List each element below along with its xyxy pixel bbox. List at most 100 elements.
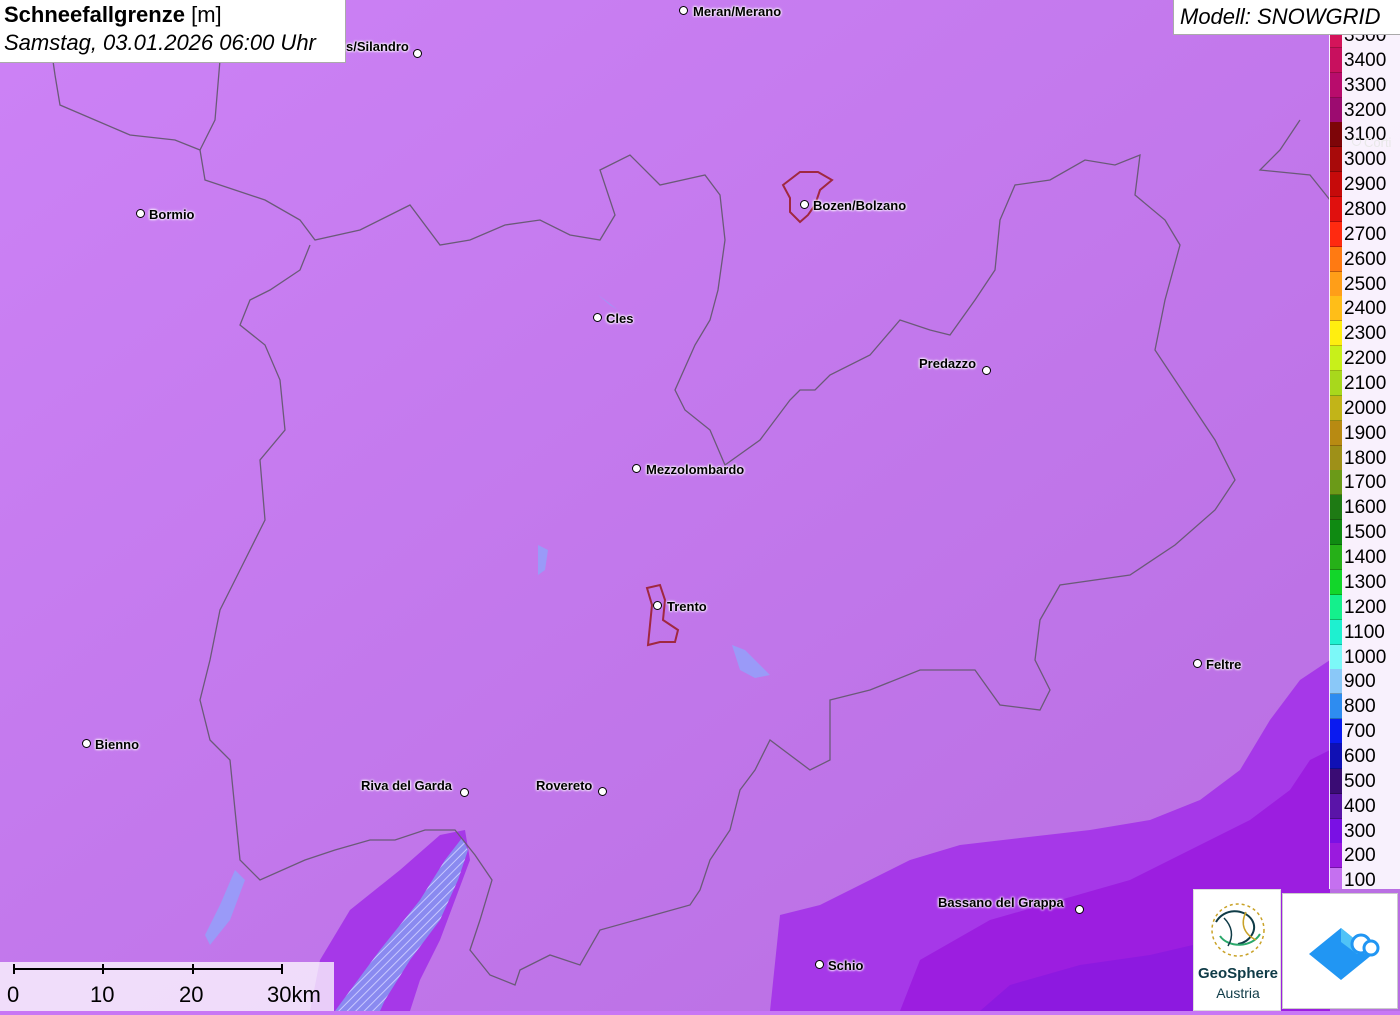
legend-label: 400: [1344, 795, 1376, 817]
city-label[interactable]: Trento: [667, 599, 707, 614]
legend-label: 900: [1344, 671, 1376, 693]
city-label[interactable]: Schio: [828, 958, 863, 973]
legend-label: 3000: [1344, 149, 1387, 171]
city-marker[interactable]: [982, 366, 991, 375]
legend-item: 1700: [1329, 470, 1400, 496]
city-marker[interactable]: [136, 209, 145, 218]
legend-item: 1800: [1329, 445, 1400, 471]
geosphere-logo[interactable]: GeoSphere Austria: [1193, 889, 1281, 1011]
legend-label: 2200: [1344, 348, 1387, 370]
legend-swatch: [1330, 221, 1342, 247]
city-marker[interactable]: [800, 200, 809, 209]
city-marker[interactable]: [460, 788, 469, 797]
map-datetime: Samstag, 03.01.2026 06:00 Uhr: [4, 30, 316, 55]
legend-item: 900: [1329, 669, 1400, 695]
legend-item: 400: [1329, 793, 1400, 819]
city-marker[interactable]: [815, 960, 824, 969]
legend-item: 2800: [1329, 197, 1400, 223]
legend-item: 300: [1329, 818, 1400, 844]
legend-item: 2200: [1329, 346, 1400, 372]
weather-app-logo[interactable]: [1282, 893, 1398, 1009]
city-label[interactable]: Feltre: [1206, 657, 1241, 672]
legend-swatch: [1330, 395, 1342, 421]
legend-swatch: [1330, 470, 1342, 496]
legend-swatch: [1330, 420, 1342, 446]
geosphere-emblem-icon: [1211, 903, 1265, 957]
city-label[interactable]: Bozen/Bolzano: [813, 198, 906, 213]
city-label[interactable]: Meran/Merano: [693, 4, 781, 19]
legend-swatch: [1330, 72, 1342, 98]
legend-label: 600: [1344, 745, 1376, 767]
legend-item: 700: [1329, 719, 1400, 745]
legend-item: 3000: [1329, 147, 1400, 173]
legend-label: 2600: [1344, 248, 1387, 270]
city-marker[interactable]: [1352, 137, 1361, 146]
legend-item: 2300: [1329, 321, 1400, 347]
city-marker[interactable]: [1075, 905, 1084, 914]
legend-item: 500: [1329, 768, 1400, 794]
legend-swatch: [1330, 122, 1342, 148]
geosphere-country: Austria: [1216, 985, 1260, 1001]
legend-label: 1800: [1344, 447, 1387, 469]
legend-item: 200: [1329, 843, 1400, 869]
city-marker[interactable]: [593, 313, 602, 322]
legend-swatch: [1330, 271, 1342, 297]
legend-label: 2400: [1344, 298, 1387, 320]
legend-swatch: [1330, 35, 1342, 48]
city-label[interactable]: Cles: [606, 311, 633, 326]
legend-swatch: [1330, 818, 1342, 844]
legend-label: 2000: [1344, 397, 1387, 419]
mountain-cloud-icon: [1309, 928, 1380, 980]
legend-label: 1000: [1344, 646, 1387, 668]
scale-label-0: 0: [7, 982, 20, 1007]
city-label[interactable]: Predazzo: [919, 356, 976, 371]
city-label[interactable]: Bienno: [95, 737, 139, 752]
city-label[interactable]: Rovereto: [536, 778, 592, 793]
legend-item: 3400: [1329, 47, 1400, 73]
city-marker[interactable]: [679, 6, 688, 15]
city-marker[interactable]: [653, 601, 662, 610]
map-canvas[interactable]: [0, 0, 1400, 1011]
legend-swatch: [1330, 520, 1342, 546]
city-label[interactable]: s/Silandro: [346, 39, 409, 54]
legend-item: 2500: [1329, 271, 1400, 297]
legend-label: 2700: [1344, 223, 1387, 245]
legend-item: 3300: [1329, 72, 1400, 98]
legend-swatch: [1330, 569, 1342, 595]
scale-label-30: 30km: [267, 982, 321, 1007]
legend-label: 1600: [1344, 497, 1387, 519]
legend-swatch: [1330, 172, 1342, 198]
legend-swatch: [1330, 669, 1342, 695]
legend-label: 1100: [1344, 621, 1385, 643]
legend-swatch: [1330, 694, 1342, 720]
legend-item: 1300: [1329, 569, 1400, 595]
legend-item: 800: [1329, 694, 1400, 720]
legend-label: 3200: [1344, 99, 1387, 121]
legend-swatch: [1330, 843, 1342, 869]
city-marker[interactable]: [413, 49, 422, 58]
legend-label: 300: [1344, 820, 1376, 842]
city-marker[interactable]: [82, 739, 91, 748]
city-marker[interactable]: [1193, 659, 1202, 668]
legend-label: 1300: [1344, 571, 1387, 593]
city-marker[interactable]: [598, 787, 607, 796]
city-label[interactable]: Mezzolombardo: [646, 462, 744, 477]
legend-label: 800: [1344, 696, 1376, 718]
legend-item: 2400: [1329, 296, 1400, 322]
city-label[interactable]: Corti: [1364, 135, 1391, 150]
legend-swatch: [1330, 719, 1342, 745]
legend-item: 100: [1329, 868, 1400, 889]
scale-label-20: 20: [179, 982, 204, 1007]
city-label[interactable]: Riva del Garda: [361, 778, 452, 793]
legend-label: 2800: [1344, 199, 1387, 221]
legend-swatch: [1330, 346, 1342, 372]
city-marker[interactable]: [632, 464, 641, 473]
legend-item: 2900: [1329, 172, 1400, 198]
legend-swatch: [1330, 768, 1342, 794]
legend-label: 2900: [1344, 174, 1387, 196]
city-label[interactable]: Bormio: [149, 207, 195, 222]
legend-swatch: [1330, 47, 1342, 73]
city-label[interactable]: Bassano del Grappa: [938, 895, 1064, 910]
legend-swatch: [1330, 197, 1342, 223]
scale-bar: 0 10 20 30km: [0, 962, 334, 1011]
